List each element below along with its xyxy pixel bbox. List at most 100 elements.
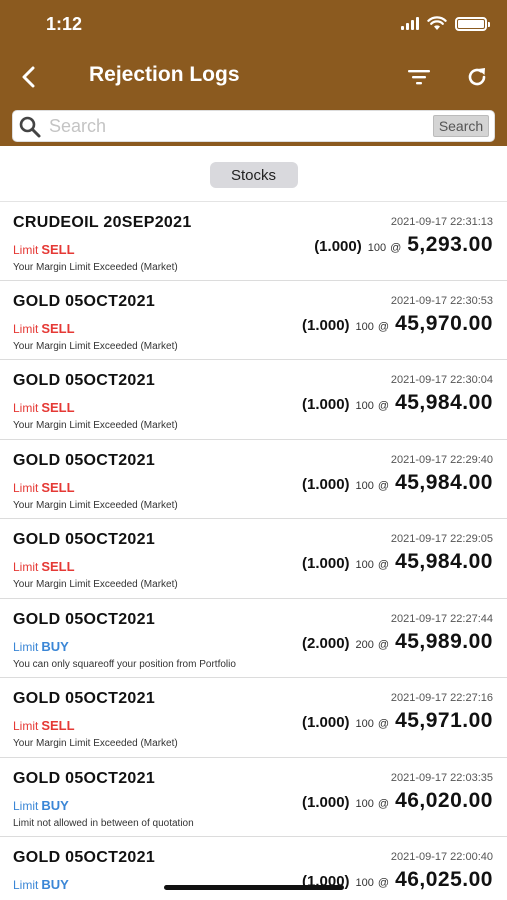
search-bar: Search bbox=[12, 110, 495, 142]
log-price-line: (1.000) 100 @ 45,984.00 bbox=[302, 471, 493, 495]
search-button[interactable]: Search bbox=[433, 115, 489, 137]
log-price: 45,971.00 bbox=[395, 709, 493, 732]
log-qty: 100 bbox=[355, 320, 374, 333]
log-price: 45,970.00 bbox=[395, 311, 493, 335]
rejection-log-list: CRUDEOIL 20SEP2021 2021-09-17 22:31:13 L… bbox=[0, 201, 507, 900]
order-type-label: Limit bbox=[13, 878, 39, 892]
log-message: Your Margin Limit Exceeded (Market) bbox=[13, 340, 178, 352]
log-qty: 100 bbox=[367, 242, 387, 254]
wifi-icon bbox=[427, 16, 447, 30]
log-lots: (1.000) bbox=[314, 238, 362, 255]
log-row[interactable]: GOLD 05OCT2021 2021-09-17 22:30:04 Limit… bbox=[0, 360, 507, 440]
log-price: 5,293.00 bbox=[407, 233, 493, 256]
log-price-line: (1.000) 100 @ 45,984.00 bbox=[302, 391, 493, 415]
order-type-label: Limit bbox=[13, 321, 39, 336]
log-at: @ bbox=[390, 242, 402, 254]
order-side-label: SELL bbox=[41, 559, 75, 574]
order-type-label: Limit bbox=[13, 719, 39, 733]
log-lots: (1.000) bbox=[302, 793, 350, 811]
log-symbol: GOLD 05OCT2021 bbox=[13, 292, 156, 310]
order-type-label: Limit bbox=[13, 243, 39, 257]
log-message: You can only squareoff your position fro… bbox=[13, 658, 236, 670]
log-price-line: (1.000) 100 @ 5,293.00 bbox=[314, 233, 493, 257]
log-message: Your Margin Limit Exceeded (Market) bbox=[13, 499, 178, 511]
order-side-label: BUY bbox=[41, 877, 69, 892]
log-symbol: GOLD 05OCT2021 bbox=[13, 769, 156, 787]
order-side-label: SELL bbox=[41, 242, 75, 257]
log-lots: (1.000) bbox=[302, 316, 350, 334]
log-qty: 100 bbox=[355, 797, 374, 810]
order-type-label: Limit bbox=[13, 639, 39, 654]
log-price: 45,984.00 bbox=[395, 550, 493, 573]
log-row[interactable]: GOLD 05OCT2021 2021-09-17 22:00:40 Limit… bbox=[0, 837, 507, 900]
log-message: Your Margin Limit Exceeded (Market) bbox=[13, 420, 178, 431]
log-price: 45,989.00 bbox=[395, 629, 493, 653]
log-symbol: GOLD 05OCT2021 bbox=[13, 372, 156, 389]
log-lots: (1.000) bbox=[302, 475, 350, 493]
log-qty: 100 bbox=[355, 877, 374, 889]
log-at: @ bbox=[377, 797, 390, 810]
log-price: 45,984.00 bbox=[395, 470, 493, 494]
back-button[interactable] bbox=[14, 62, 44, 92]
order-side-label: SELL bbox=[41, 400, 75, 415]
filter-icon bbox=[408, 70, 430, 85]
log-order-type: Limit BUY bbox=[13, 639, 69, 654]
order-side-label: SELL bbox=[41, 320, 75, 336]
search-icon bbox=[19, 116, 41, 138]
page-title: Rejection Logs bbox=[89, 63, 240, 86]
log-price-line: (1.000) 100 @ 45,971.00 bbox=[302, 709, 493, 733]
home-indicator bbox=[164, 885, 344, 890]
log-row[interactable]: CRUDEOIL 20SEP2021 2021-09-17 22:31:13 L… bbox=[0, 201, 507, 281]
order-type-label: Limit bbox=[13, 401, 39, 415]
log-order-type: Limit SELL bbox=[13, 242, 75, 257]
log-symbol: CRUDEOIL 20SEP2021 bbox=[13, 214, 192, 231]
log-at: @ bbox=[377, 479, 390, 492]
log-lots: (2.000) bbox=[302, 634, 350, 652]
order-side-label: BUY bbox=[41, 638, 69, 654]
log-row[interactable]: GOLD 05OCT2021 2021-09-17 22:30:53 Limit… bbox=[0, 280, 507, 360]
log-price: 46,020.00 bbox=[395, 788, 493, 812]
section-chip-stocks: Stocks bbox=[209, 162, 298, 188]
log-timestamp: 2021-09-17 22:27:16 bbox=[390, 692, 493, 704]
search-input[interactable] bbox=[49, 113, 429, 139]
log-timestamp: 2021-09-17 22:27:44 bbox=[390, 612, 493, 625]
log-at: @ bbox=[377, 320, 390, 333]
log-order-type: Limit SELL bbox=[13, 718, 75, 733]
log-lots: (1.000) bbox=[302, 714, 350, 731]
log-order-type: Limit BUY bbox=[13, 798, 69, 813]
log-qty: 100 bbox=[355, 400, 374, 412]
signal-icon bbox=[401, 17, 419, 30]
refresh-button[interactable] bbox=[462, 62, 492, 92]
log-order-type: Limit BUY bbox=[13, 877, 69, 892]
log-lots: (1.000) bbox=[302, 396, 350, 413]
log-order-type: Limit SELL bbox=[13, 400, 75, 415]
log-at: @ bbox=[377, 877, 390, 889]
chevron-left-icon bbox=[22, 66, 35, 88]
log-at: @ bbox=[377, 718, 390, 730]
log-price: 45,984.00 bbox=[395, 391, 493, 414]
log-row[interactable]: GOLD 05OCT2021 2021-09-17 22:29:40 Limit… bbox=[0, 439, 507, 519]
log-row[interactable]: GOLD 05OCT2021 2021-09-17 22:27:16 Limit… bbox=[0, 678, 507, 758]
order-side-label: BUY bbox=[41, 797, 69, 813]
section-chip-wrap: Stocks bbox=[0, 162, 507, 188]
log-lots: (1.000) bbox=[302, 555, 350, 572]
status-bar: 1:12 bbox=[0, 0, 507, 50]
log-timestamp: 2021-09-17 22:30:53 bbox=[390, 294, 493, 307]
log-price: 46,025.00 bbox=[395, 868, 493, 891]
log-row[interactable]: GOLD 05OCT2021 2021-09-17 22:03:35 Limit… bbox=[0, 757, 507, 837]
log-price-line: (1.000) 100 @ 45,970.00 bbox=[302, 312, 493, 336]
log-symbol: GOLD 05OCT2021 bbox=[13, 531, 156, 548]
status-time: 1:12 bbox=[46, 14, 83, 34]
filter-button[interactable] bbox=[404, 62, 434, 92]
log-symbol: GOLD 05OCT2021 bbox=[13, 610, 156, 628]
log-order-type: Limit SELL bbox=[13, 321, 75, 336]
log-row[interactable]: GOLD 05OCT2021 2021-09-17 22:27:44 Limit… bbox=[0, 598, 507, 678]
log-message: Your Margin Limit Exceeded (Market) bbox=[13, 579, 178, 590]
content: Stocks CRUDEOIL 20SEP2021 2021-09-17 22:… bbox=[0, 146, 507, 900]
nav-bar: Rejection Logs bbox=[0, 54, 507, 100]
order-side-label: SELL bbox=[41, 479, 75, 495]
refresh-icon bbox=[468, 68, 486, 86]
log-row[interactable]: GOLD 05OCT2021 2021-09-17 22:29:05 Limit… bbox=[0, 519, 507, 599]
order-type-label: Limit bbox=[13, 798, 39, 813]
log-message: Your Margin Limit Exceeded (Market) bbox=[13, 262, 178, 273]
